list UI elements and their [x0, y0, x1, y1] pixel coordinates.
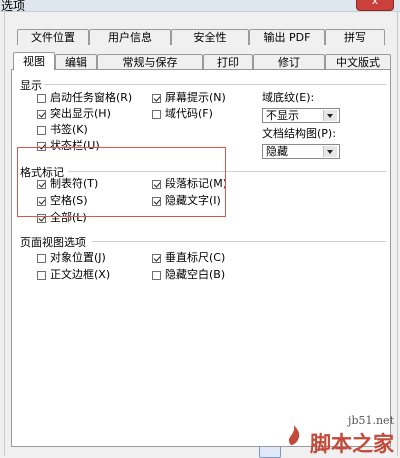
display-divider — [44, 84, 386, 85]
label-tab-characters: 制表符(T) — [50, 177, 99, 190]
field-shading-value: 不显示 — [266, 109, 299, 122]
label-bookmarks: 书签(K) — [50, 123, 88, 136]
checkbox-spaces[interactable] — [37, 197, 46, 206]
tab-print[interactable]: 打印 — [203, 54, 253, 70]
label-vertical-ruler: 垂直标尺(C) — [165, 251, 226, 264]
checkbox-text-boundaries[interactable] — [37, 271, 46, 280]
label-hidden-text: 隐藏文字(I) — [165, 194, 221, 207]
label-all-marks: 全部(L) — [50, 211, 87, 224]
label-object-anchors: 对象位置(J) — [50, 251, 106, 264]
checkbox-tab-characters[interactable] — [37, 180, 46, 189]
label-doc-map: 文档结构图(P): — [262, 127, 336, 140]
label-paragraph-marks: 段落标记(M) — [165, 177, 228, 190]
checkbox-highlight[interactable] — [37, 110, 46, 119]
label-start-task-pane: 启动任务窗格(R) — [50, 91, 133, 104]
tab-output-pdf[interactable]: 输出 PDF — [249, 29, 325, 45]
checkbox-paragraph-marks[interactable] — [152, 180, 161, 189]
label-text-boundaries: 正文边框(X) — [50, 268, 111, 281]
close-icon: x — [372, 0, 378, 7]
page-view-section-title: 页面视图选项 — [20, 236, 86, 249]
view-tab-panel: 显示 启动任务窗格(R) 突出显示(H) 书签(K) 状态栏(U) 屏幕提示(N… — [11, 69, 391, 447]
chevron-down-icon — [323, 110, 337, 121]
tab-general-save[interactable]: 常规与保存 — [97, 54, 203, 70]
checkbox-status-bar[interactable] — [37, 142, 46, 151]
display-section-title: 显示 — [20, 79, 42, 92]
checkbox-field-codes[interactable] — [152, 110, 161, 119]
field-shading-select[interactable]: 不显示 — [262, 108, 340, 123]
label-status-bar: 状态栏(U) — [50, 139, 100, 152]
label-hide-whitespace: 隐藏空白(B) — [165, 268, 226, 281]
title-bar: 选项 x — [0, 0, 400, 13]
checkbox-vertical-ruler[interactable] — [152, 254, 161, 263]
tab-security[interactable]: 安全性 — [171, 29, 249, 45]
tab-chinese-layout[interactable]: 中文版式 — [325, 54, 391, 70]
tab-file-locations[interactable]: 文件位置 — [17, 29, 89, 45]
checkbox-hidden-text[interactable] — [152, 197, 161, 206]
tab-revisions[interactable]: 修订 — [253, 54, 325, 70]
tab-spelling[interactable]: 拼写 — [325, 29, 385, 45]
watermark-site: jb51.net — [348, 414, 394, 427]
watermark-brand: 脚本之家 — [310, 432, 394, 456]
label-screen-tips: 屏幕提示(N) — [165, 91, 226, 104]
label-field-codes: 域代码(F) — [165, 107, 213, 120]
label-field-shading: 域底纹(E): — [262, 91, 315, 104]
doc-map-value: 隐藏 — [266, 145, 288, 158]
options-dialog: 文件位置 用户信息 安全性 输出 PDF 拼写 视图 编辑 常规与保存 打印 修… — [4, 12, 398, 458]
checkbox-object-anchors[interactable] — [37, 254, 46, 263]
label-spaces: 空格(S) — [50, 194, 88, 207]
close-button[interactable]: x — [356, 0, 394, 11]
tab-edit[interactable]: 编辑 — [55, 54, 97, 70]
checkbox-start-task-pane[interactable] — [37, 94, 46, 103]
checkbox-hide-whitespace[interactable] — [152, 271, 161, 280]
checkbox-all-marks[interactable] — [37, 214, 46, 223]
watermark-logo-icon — [288, 425, 300, 445]
chevron-down-icon — [323, 146, 337, 157]
doc-map-select[interactable]: 隐藏 — [262, 144, 340, 159]
page-view-divider — [92, 241, 386, 242]
tab-user-info[interactable]: 用户信息 — [89, 29, 171, 45]
format-marks-divider — [68, 171, 386, 172]
label-highlight: 突出显示(H) — [50, 107, 111, 120]
checkbox-screen-tips[interactable] — [152, 94, 161, 103]
tab-view[interactable]: 视图 — [13, 52, 55, 70]
checkbox-bookmarks[interactable] — [37, 126, 46, 135]
